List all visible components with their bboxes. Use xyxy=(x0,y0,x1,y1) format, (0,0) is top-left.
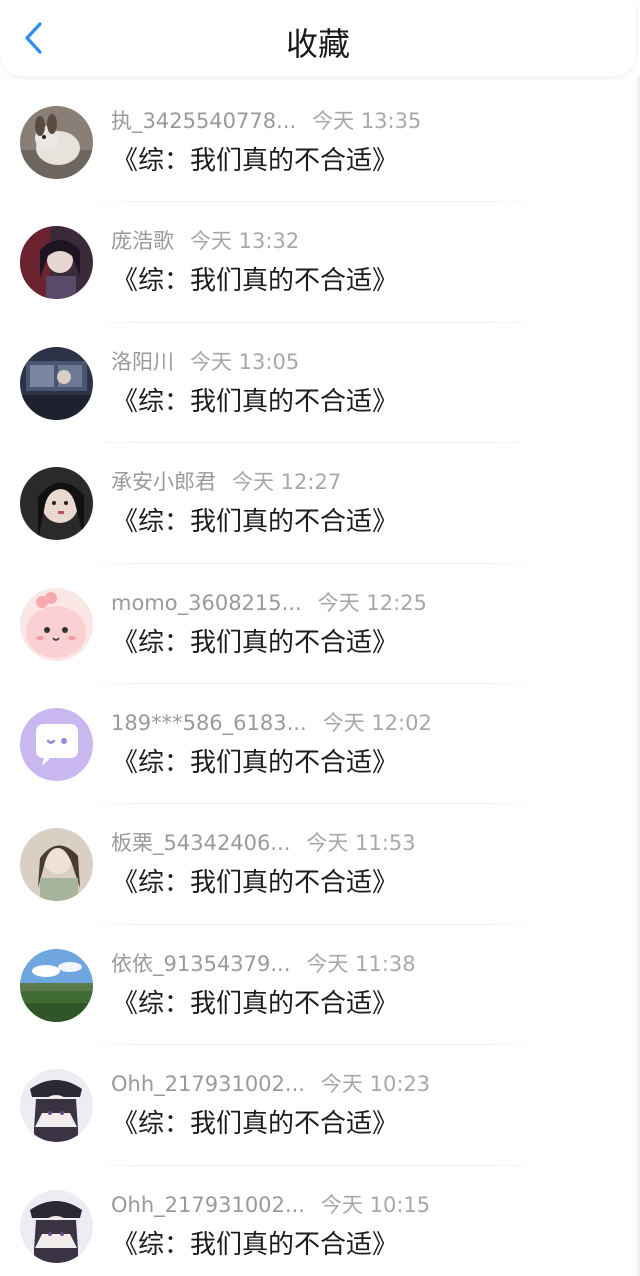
item-content: 《综：我们真的不合适》 xyxy=(112,1109,399,1140)
user-name: Ohh_217931002... xyxy=(111,1192,305,1217)
timestamp: 今天 13:35 xyxy=(312,109,422,133)
list-item[interactable]: 洛阳川 今天 13:05 《综：我们真的不合适》 xyxy=(0,323,640,444)
avatar[interactable] xyxy=(20,1189,93,1263)
avatar[interactable] xyxy=(20,587,93,661)
app-screen: 收藏 执_3425540778... 今天 13:35 《综：我们真的不合适》 xyxy=(0,0,640,1276)
user-name: 洛阳川 xyxy=(111,349,174,374)
item-content: 《综：我们真的不合适》 xyxy=(112,146,399,176)
list-item[interactable]: Ohh_217931002... 今天 10:23 《综：我们真的不合适》 xyxy=(0,1045,640,1166)
list-item[interactable]: 板栗_54342406... 今天 11:53 《综：我们真的不合适》 xyxy=(0,804,640,925)
timestamp: 今天 12:27 xyxy=(232,470,342,495)
list-item[interactable]: Ohh_217931002... 今天 10:15 《综：我们真的不合适》 xyxy=(0,1166,640,1276)
user-name: 依依_91354379... xyxy=(111,951,291,976)
user-name: 庞浩歌 xyxy=(111,229,174,254)
avatar[interactable] xyxy=(20,828,93,902)
item-content: 《综：我们真的不合适》 xyxy=(112,507,399,538)
page-title: 收藏 xyxy=(285,25,350,63)
avatar[interactable] xyxy=(20,106,93,179)
item-meta: Ohh_217931002... 今天 10:23 xyxy=(111,1069,430,1099)
list-item[interactable]: 承安小郎君 今天 12:27 《综：我们真的不合适》 xyxy=(0,443,640,564)
avatar[interactable] xyxy=(20,226,93,300)
item-meta: 执_3425540778... 今天 13:35 xyxy=(111,106,421,136)
item-meta: 189***586_6183... 今天 12:02 xyxy=(111,708,432,738)
timestamp: 今天 13:05 xyxy=(190,349,300,374)
user-name: 189***586_6183... xyxy=(111,710,307,735)
avatar[interactable] xyxy=(20,948,93,1022)
list-item[interactable]: 庞浩歌 今天 13:32 《综：我们真的不合适》 xyxy=(0,202,640,323)
user-name: 板栗_54342406... xyxy=(111,831,291,856)
timestamp: 今天 11:53 xyxy=(306,831,416,856)
list-item[interactable]: 189***586_6183... 今天 12:02 《综：我们真的不合适》 xyxy=(0,684,640,805)
item-meta: 板栗_54342406... 今天 11:53 xyxy=(111,828,416,858)
user-name: momo_3608215... xyxy=(111,590,302,615)
list-item[interactable]: 依依_91354379... 今天 11:38 《综：我们真的不合适》 xyxy=(0,925,640,1046)
item-content: 《综：我们真的不合适》 xyxy=(112,266,399,297)
list-item[interactable]: 执_3425540778... 今天 13:35 《综：我们真的不合适》 xyxy=(0,82,640,203)
item-meta: 承安小郎君 今天 12:27 xyxy=(111,467,341,497)
timestamp: 今天 12:25 xyxy=(317,590,427,615)
top-bar: 收藏 xyxy=(0,0,636,76)
timestamp: 今天 12:02 xyxy=(322,710,432,735)
avatar[interactable] xyxy=(20,707,93,781)
item-meta: momo_3608215... 今天 12:25 xyxy=(111,588,427,618)
item-content: 《综：我们真的不合适》 xyxy=(112,386,399,417)
list-item[interactable]: momo_3608215... 今天 12:25 《综：我们真的不合适》 xyxy=(0,564,640,684)
user-name: 承安小郎君 xyxy=(111,470,216,495)
item-meta: 洛阳川 今天 13:05 xyxy=(111,347,299,377)
item-meta: Ohh_217931002... 今天 10:15 xyxy=(111,1190,430,1220)
favorites-list: 执_3425540778... 今天 13:35 《综：我们真的不合适》 庞浩歌今… xyxy=(0,82,640,1276)
timestamp: 今天 10:23 xyxy=(320,1072,431,1097)
timestamp: 今天 10:15 xyxy=(320,1192,431,1217)
timestamp: 今天 13:32 xyxy=(190,229,300,254)
item-content: 《综：我们真的不合适》 xyxy=(112,1229,399,1260)
user-name: Ohh_217931002... xyxy=(111,1072,305,1097)
item-content: 《综：我们真的不合适》 xyxy=(112,627,399,658)
item-content: 《综：我们真的不合适》 xyxy=(112,747,399,778)
item-content: 《综：我们真的不合适》 xyxy=(112,868,399,899)
avatar[interactable] xyxy=(20,346,93,420)
timestamp: 今天 11:38 xyxy=(306,951,416,976)
avatar[interactable] xyxy=(20,1069,93,1143)
item-meta: 庞浩歌 今天 13:32 xyxy=(111,226,299,256)
item-meta: 依依_91354379... 今天 11:38 xyxy=(111,949,416,979)
user-name: 执_3425540778... xyxy=(111,109,297,133)
item-content: 《综：我们真的不合适》 xyxy=(112,988,399,1019)
avatar[interactable] xyxy=(20,467,93,541)
